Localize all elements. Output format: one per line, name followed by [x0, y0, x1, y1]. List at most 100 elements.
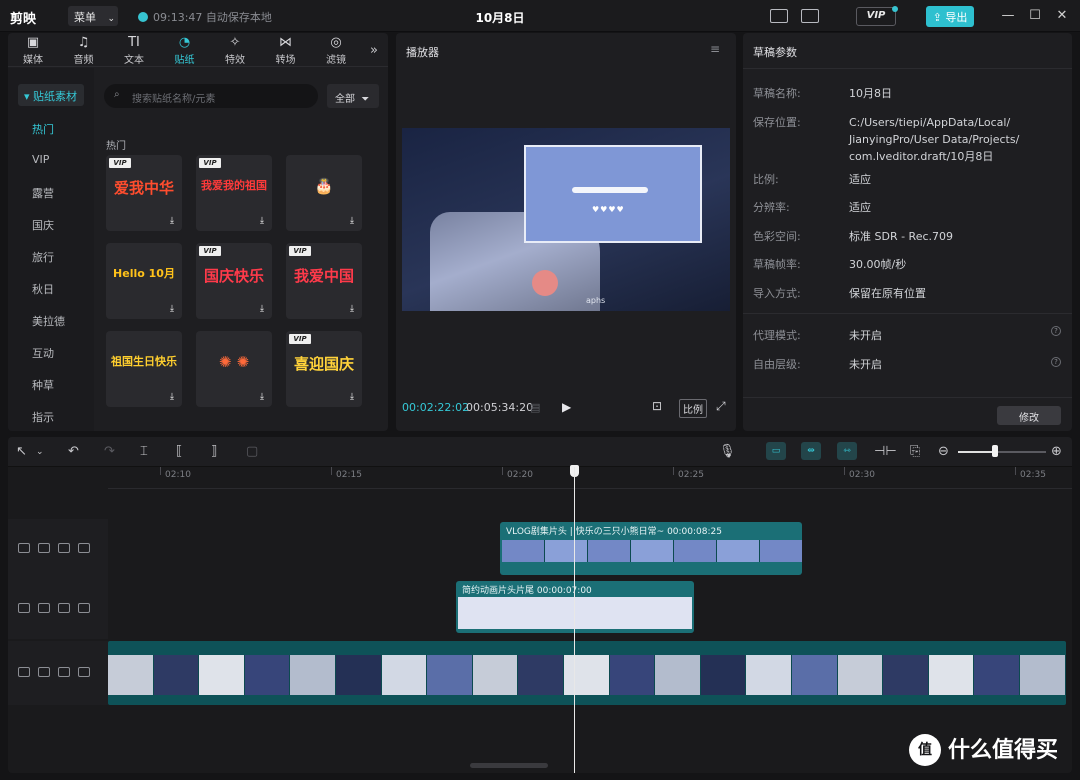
eye-icon[interactable]	[58, 667, 70, 677]
sidebar-item[interactable]: 美拉德	[32, 313, 65, 329]
download-icon[interactable]: ⤓	[347, 392, 357, 402]
timeline-panel: ↖ ⌄ ↶ ↷ ⌶ ⟦ ⟧ ▢ 🎙 ▭ ⇹ ⇿ ⊣⊢ ⎘ ⊖ ⊕ 02:10 02…	[8, 437, 1072, 773]
time-ruler[interactable]: 02:10 02:15 02:20 02:25 02:30 02:35	[108, 467, 1072, 489]
tab-label: 转场	[275, 55, 296, 66]
sidebar-item[interactable]: 露营	[32, 185, 54, 201]
main-track-magnet-icon[interactable]: ▭	[766, 442, 786, 460]
zoom-in-icon[interactable]: ⊕	[1051, 444, 1062, 459]
help-icon[interactable]: ?	[1051, 357, 1061, 367]
tab-audio[interactable]: ♫ 音频	[61, 35, 107, 67]
download-icon[interactable]: ⤓	[347, 216, 357, 226]
trim-left-icon[interactable]: ⟦	[176, 444, 182, 459]
zoom-slider-handle[interactable]	[991, 445, 998, 457]
tab-label: 文本	[124, 55, 144, 66]
caption-icon[interactable]: ⎘	[910, 444, 920, 459]
fullscreen-icon[interactable]: ⤢	[716, 399, 726, 414]
sidebar-item[interactable]: 种草	[32, 377, 54, 393]
clip-thumbnail	[564, 655, 610, 695]
download-icon[interactable]: ⤓	[347, 304, 357, 314]
zoom-out-icon[interactable]: ⊖	[938, 444, 949, 459]
select-cursor-icon[interactable]: ↖	[16, 444, 27, 459]
close-icon[interactable]: ✕	[1054, 8, 1070, 24]
menu-lines-icon[interactable]: ≡	[710, 42, 720, 56]
sidebar-item[interactable]: 指示	[32, 409, 54, 425]
sidebar-item[interactable]: 互动	[32, 345, 54, 361]
edit-button[interactable]: 修改	[997, 406, 1061, 425]
preview-axis-icon[interactable]: ⊣⊢	[874, 444, 897, 459]
minimize-icon[interactable]: —	[1000, 8, 1016, 24]
sticker-item[interactable]: Hello 10月 ⤓	[106, 243, 182, 319]
linkage-icon[interactable]: ⇿	[837, 442, 857, 460]
timeline-clip-vlog-intro[interactable]: VLOG剧集片头 | 快乐の三只小熊日常~ 00:00:08:25	[500, 522, 802, 575]
track-cover-icon[interactable]	[18, 667, 30, 677]
split-icon[interactable]: ⌶	[140, 444, 148, 459]
microphone-icon[interactable]: 🎙	[719, 444, 736, 459]
delete-icon[interactable]: ▢	[246, 444, 258, 459]
video-preview[interactable]: ♥♥♥♥ aphs	[402, 128, 730, 311]
menu-button[interactable]: 菜单 ⌄	[68, 6, 118, 26]
download-icon[interactable]: ⤓	[257, 216, 267, 226]
auto-snap-icon[interactable]: ⇹	[801, 442, 821, 460]
sidebar-item[interactable]: 国庆	[32, 217, 54, 233]
trim-right-icon[interactable]: ⟧	[211, 444, 217, 459]
tab-filter[interactable]: ◎ 滤镜	[313, 35, 359, 67]
lock-icon[interactable]	[38, 543, 50, 553]
sticker-item[interactable]: 祖国生日快乐 ⤓	[106, 331, 182, 407]
sticker-item[interactable]: 国庆快乐 VIP ⤓	[196, 243, 272, 319]
track-cover-icon[interactable]	[18, 603, 30, 613]
download-icon[interactable]: ⤓	[167, 216, 177, 226]
keyboard-icon[interactable]	[770, 9, 788, 23]
more-tabs-icon[interactable]: »	[370, 43, 378, 58]
maximize-icon[interactable]: ☐	[1027, 8, 1043, 24]
lock-icon[interactable]	[38, 667, 50, 677]
track-cover-icon[interactable]	[18, 543, 30, 553]
horizontal-scrollbar[interactable]	[470, 763, 548, 768]
timeline-clip-main[interactable]	[108, 641, 1066, 705]
search-input[interactable]: ⌕ 搜索贴纸名称/元素	[104, 84, 318, 108]
prop-label: 比例:	[753, 173, 779, 186]
filter-button[interactable]: 全部 ⏷	[327, 84, 379, 108]
clip-thumbnail	[199, 655, 245, 695]
layout-icon[interactable]	[801, 9, 819, 23]
sticker-category-header[interactable]: ▾ 贴纸素材	[18, 84, 84, 106]
sticker-item[interactable]: 🎂 ⤓	[286, 155, 362, 231]
tab-sticker[interactable]: ◔ 贴纸	[162, 35, 208, 67]
download-icon[interactable]: ⤓	[167, 392, 177, 402]
tab-media[interactable]: ▣ 媒体	[10, 35, 56, 67]
sidebar-item[interactable]: VIP	[32, 153, 49, 166]
zoom-slider[interactable]	[958, 451, 1046, 453]
chevron-down-icon[interactable]: ⌄	[36, 447, 44, 457]
sidebar-item[interactable]: 旅行	[32, 249, 54, 265]
screenshot-icon[interactable]: ⊡	[652, 399, 662, 413]
lock-icon[interactable]	[38, 603, 50, 613]
sticker-item[interactable]: 喜迎国庆 VIP ⤓	[286, 331, 362, 407]
timeline-clip-simple-anim[interactable]: 简约动画片头片尾 00:00:07:00	[456, 581, 694, 633]
vip-button[interactable]: VIP	[856, 7, 896, 26]
export-button[interactable]: ⇪ 导出	[926, 6, 974, 27]
sticker-item[interactable]: 爱我中华 VIP ⤓	[106, 155, 182, 231]
sticker-item[interactable]: ✺ ✺ ⤓	[196, 331, 272, 407]
tab-transition[interactable]: ⋈ 转场	[263, 35, 309, 67]
audio-wave-icon[interactable]: ▤	[530, 401, 540, 414]
sidebar-item[interactable]: 秋日	[32, 281, 54, 297]
tab-effects[interactable]: ✧ 特效	[212, 35, 258, 67]
download-icon[interactable]: ⤓	[257, 304, 267, 314]
redo-icon[interactable]: ↷	[104, 444, 115, 459]
speaker-icon[interactable]	[78, 667, 90, 677]
download-icon[interactable]: ⤓	[257, 392, 267, 402]
ratio-button[interactable]: 比例	[679, 399, 707, 418]
download-icon[interactable]: ⤓	[167, 304, 177, 314]
speaker-icon[interactable]	[78, 603, 90, 613]
sidebar-item[interactable]: 热门	[32, 121, 54, 137]
eye-icon[interactable]	[58, 603, 70, 613]
sticker-item[interactable]: 我爱我的祖国 VIP ⤓	[196, 155, 272, 231]
preview-inner-frame: ♥♥♥♥	[524, 145, 702, 243]
help-icon[interactable]: ?	[1051, 326, 1061, 336]
playhead-line[interactable]	[574, 467, 575, 773]
eye-icon[interactable]	[58, 543, 70, 553]
tab-text[interactable]: TI 文本	[111, 35, 157, 67]
sticker-item[interactable]: 我爱中国 VIP ⤓	[286, 243, 362, 319]
undo-icon[interactable]: ↶	[68, 444, 79, 459]
speaker-icon[interactable]	[78, 543, 90, 553]
play-icon[interactable]: ▶	[562, 400, 571, 414]
